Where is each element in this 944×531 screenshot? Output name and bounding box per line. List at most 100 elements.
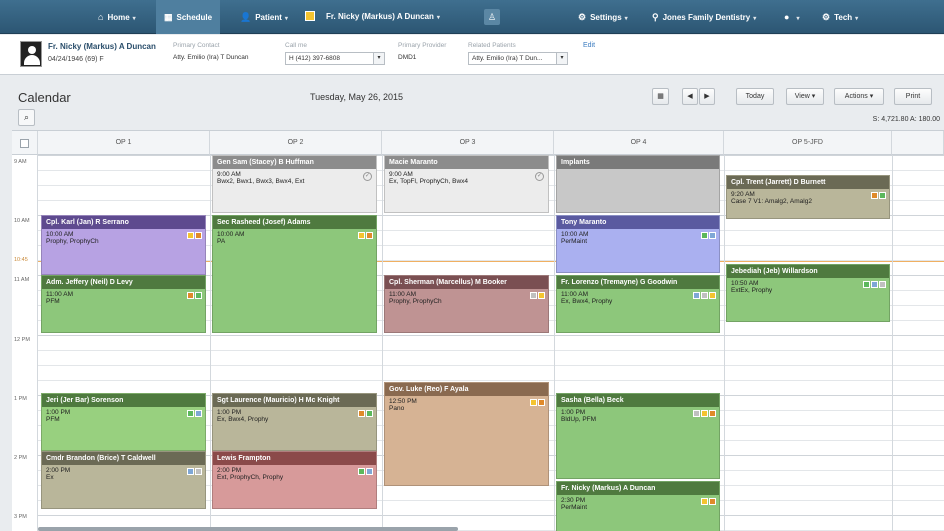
appointment-card[interactable]: Cmdr Brandon (Brice) T Caldwell 2:00 PM Ex — [41, 451, 206, 509]
nav-home[interactable]: ⌂ Home ▾ — [98, 0, 136, 34]
appointment-procedures: PerMaint — [561, 504, 588, 511]
status-flag-icon — [195, 232, 202, 239]
status-flag-icon — [366, 410, 373, 417]
status-icons — [700, 232, 716, 241]
status-flag-icon — [187, 292, 194, 299]
column-header-op2[interactable]: OP 2 — [210, 131, 382, 155]
appointment-card[interactable]: Sec Rasheed (Josef) Adams 10:00 AM PA — [212, 215, 377, 333]
appointment-procedures: PFM — [46, 416, 60, 423]
status-flag-icon — [366, 468, 373, 475]
appointment-card[interactable]: Cpl. Trent (Jarrett) D Burnett 9:20 AM Cas… — [726, 175, 890, 219]
select-all-checkbox[interactable] — [20, 139, 29, 148]
actions-button[interactable]: Actions ▾ — [834, 88, 884, 105]
help-icon: ● — [784, 12, 790, 22]
callme-select[interactable]: H (412) 397-6808 ▾ — [285, 52, 385, 65]
status-flag-icon — [530, 399, 537, 406]
grid-line — [38, 335, 944, 336]
status-icons — [357, 232, 373, 241]
appointment-card[interactable]: Gov. Luke (Reo) F Ayala 12:50 PM Pano — [384, 382, 549, 486]
status-icons — [700, 498, 716, 507]
appointment-card[interactable]: Fr. Lorenzo (Tremayne) G Goodwin 11:00 AM… — [556, 275, 720, 333]
nav-practice[interactable]: ⚲ Jones Family Dentistry ▾ — [652, 0, 756, 34]
appointment-patient-name: Cpl. Sherman (Marcellus) M Booker — [385, 276, 548, 289]
status-flag-icon — [709, 292, 716, 299]
chevron-down-icon: ▾ — [373, 53, 384, 64]
patient-bar: Fr. Nicky (Markus) A Duncan 04/24/1946 (… — [0, 35, 944, 75]
status-icons — [357, 468, 373, 477]
appointment-procedures: Prophy, ProphyCh — [389, 298, 442, 305]
calendar-picker-icon[interactable]: ▦ — [652, 88, 669, 105]
edit-patient-link[interactable]: Edit — [583, 42, 595, 49]
patient-dob: 04/24/1946 (69) F — [48, 56, 104, 63]
appointment-patient-name: Fr. Nicky (Markus) A Duncan — [557, 482, 719, 495]
nav-patient-name[interactable]: Fr. Nicky (Markus) A Duncan ▾ — [326, 0, 440, 34]
grid-line — [38, 350, 944, 351]
appointment-card[interactable]: Cpl. Sherman (Marcellus) M Booker 11:00 A… — [384, 275, 549, 333]
appointment-card[interactable]: Cpl. Karl (Jan) R Serrano 10:00 AM Prophy,… — [41, 215, 206, 275]
appointment-procedures: Prophy, ProphyCh — [46, 238, 99, 245]
nav-schedule[interactable]: ▦ Schedule — [156, 0, 221, 34]
search-icon[interactable]: ⌕ — [18, 109, 35, 126]
appointment-procedures: PerMaint — [561, 238, 588, 245]
appointment-card[interactable]: Jebediah (Jeb) Willardson 10:50 AM ExtEx, … — [726, 264, 890, 322]
appointment-card[interactable]: Adm. Jeffery (Neil) D Levy 11:00 AM PFM — [41, 275, 206, 333]
app-root: ⌂ Home ▾ ▦ Schedule 👤 Patient ▾ Fr. Nicky (Ma… — [0, 0, 944, 531]
appointment-card[interactable]: Lewis Frampton 2:00 PM Ext, ProphyCh, Prop… — [212, 451, 377, 509]
column-header-op4[interactable]: OP 4 — [554, 131, 724, 155]
appointment-time: 2:30 PM — [561, 497, 586, 504]
appointment-time: 9:00 AM — [217, 171, 241, 178]
primary-contact-label: Primary Contact — [173, 42, 220, 49]
status-flag-icon — [879, 192, 886, 199]
appointment-card[interactable]: Gen Sam (Stacey) B Huffman 9:00 AM Bwx2, B… — [212, 155, 377, 213]
appointment-card[interactable]: Tony Maranto 10:00 AM PerMaint — [556, 215, 720, 273]
view-button[interactable]: View ▾ — [786, 88, 824, 105]
patient-name[interactable]: Fr. Nicky (Markus) A Duncan — [48, 42, 156, 51]
status-flag-icon — [693, 292, 700, 299]
status-icons — [186, 292, 202, 301]
nav-help[interactable]: ● ▾ — [784, 0, 799, 34]
status-flag-icon — [538, 399, 545, 406]
horizontal-scrollbar[interactable] — [38, 527, 458, 531]
nav-patient[interactable]: 👤 Patient ▾ — [240, 0, 288, 34]
column-header-op1[interactable]: OP 1 — [38, 131, 210, 155]
appointment-card[interactable]: Macie Maranto 9:00 AM Ex, TopFl, ProphyCh,… — [384, 155, 549, 213]
status-flag-icon — [863, 281, 870, 288]
nav-settings[interactable]: ⚙ Settings ▾ — [578, 0, 628, 34]
today-button[interactable]: Today — [736, 88, 774, 105]
appointment-time: 9:20 AM — [731, 191, 755, 198]
callme-label: Call me — [285, 42, 308, 49]
appointment-patient-name: Lewis Frampton — [213, 452, 376, 465]
patient-flag-icon[interactable] — [305, 11, 315, 21]
status-flag-icon — [701, 410, 708, 417]
status-flag-icon — [530, 292, 537, 299]
print-button[interactable]: Print — [894, 88, 932, 105]
status-icons — [186, 232, 202, 241]
time-label-now: 10:45 — [14, 257, 28, 263]
column-header-op3[interactable]: OP 3 — [382, 131, 554, 155]
appointment-procedures: PA — [217, 238, 226, 245]
appointment-procedures: Pano — [389, 405, 405, 412]
next-icon[interactable]: ▶ — [699, 88, 715, 105]
nav-user[interactable]: ⚙ Tech ▾ — [822, 0, 858, 34]
status-flag-icon — [187, 232, 194, 239]
prev-icon[interactable]: ◀ — [682, 88, 698, 105]
status-icons — [529, 399, 545, 408]
appointment-card[interactable]: Sgt Laurence (Mauricio) H Mc Knight 1:00 … — [212, 393, 377, 451]
status-flag-icon — [358, 232, 365, 239]
appointment-card[interactable]: Implants — [556, 155, 720, 213]
status-icons — [870, 192, 886, 201]
user-menu-icon: ⚙ — [822, 12, 831, 22]
appointment-time: 2:00 PM — [46, 467, 71, 474]
appointment-patient-name: Tony Maranto — [557, 216, 719, 229]
time-label: 2 PM — [14, 455, 27, 461]
appointment-card[interactable]: Jeri (Jer Bar) Sorenson 1:00 PM PFM — [41, 393, 206, 451]
appointment-card[interactable]: Fr. Nicky (Markus) A Duncan 2:30 PM PerMai… — [556, 481, 720, 531]
appointment-patient-name: Gen Sam (Stacey) B Huffman — [213, 156, 376, 169]
appointment-patient-name: Sgt Laurence (Mauricio) H Mc Knight — [213, 394, 376, 407]
patient-card-icon[interactable]: ♙ — [484, 9, 500, 25]
appointment-card[interactable]: Sasha (Bella) Beck 1:00 PM BldUp, PFM — [556, 393, 720, 479]
status-flag-icon — [366, 232, 373, 239]
related-patients-select[interactable]: Atty. Emilio (Ira) T Dun... ▾ — [468, 52, 568, 65]
primary-contact-value: Atty. Emilio (Ira) T Duncan — [173, 54, 249, 61]
column-header-op5[interactable]: OP 5-JFD — [724, 131, 892, 155]
